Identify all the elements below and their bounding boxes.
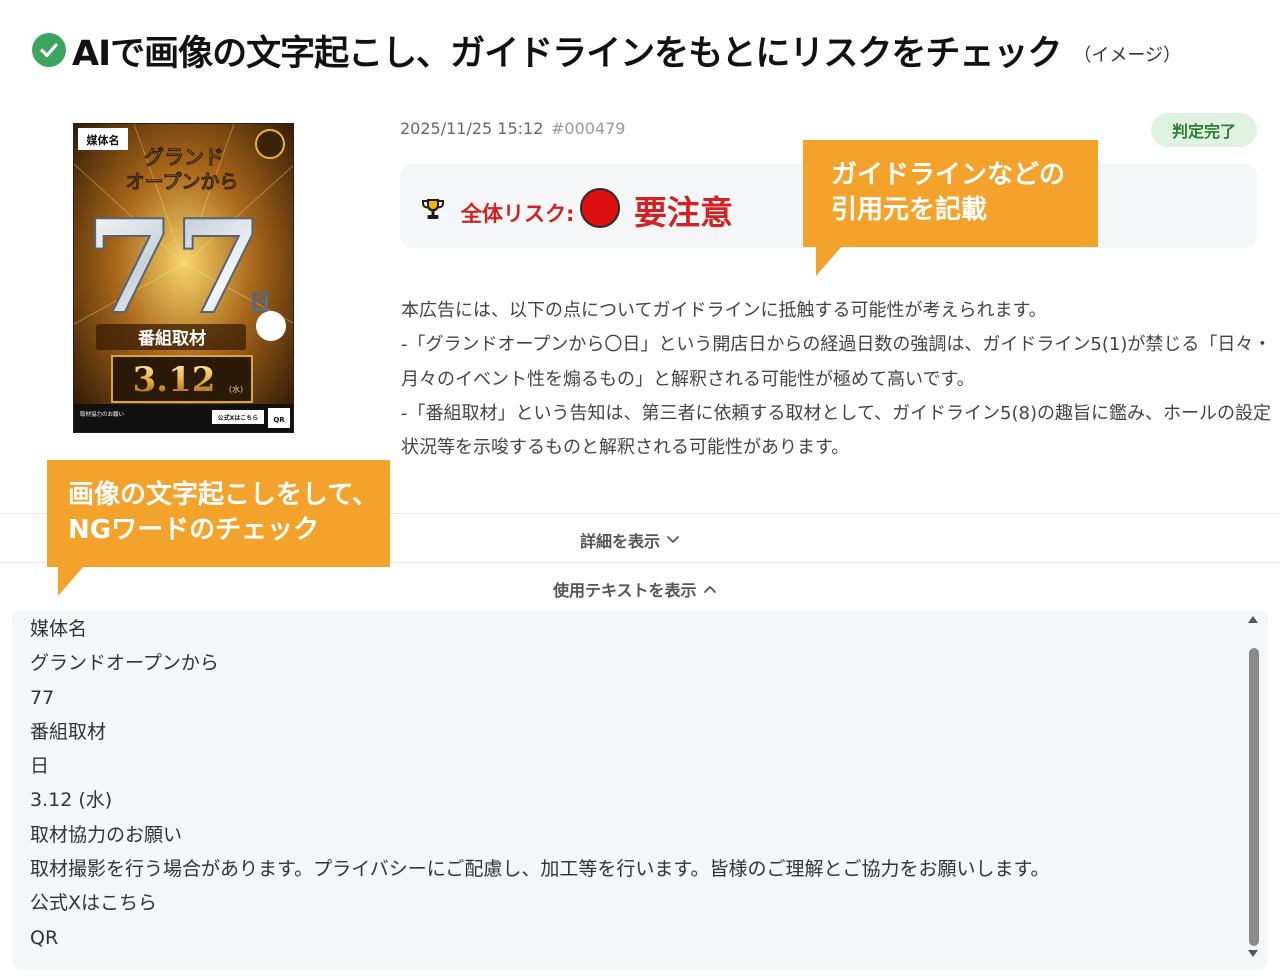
- ocr-text-panel[interactable]: 媒体名 グランドオープンから 77 番組取材 日 3.12 (水) 取材協力のお…: [12, 610, 1268, 970]
- check-mark-icon: [32, 33, 66, 67]
- ad-request: 取材協力のお願い: [80, 410, 125, 418]
- ad-number: 77: [85, 193, 263, 343]
- callout-ocr-line2: NGワードのチェック: [68, 515, 320, 545]
- callout-ocr-tail: [58, 566, 84, 596]
- ocr-line: QR: [30, 926, 59, 949]
- ad-image: 媒体名 グランド オープンから 77 日 番組取材 3.12 (水) 取材協力の…: [73, 123, 294, 433]
- ad-date: 3.12: [133, 360, 216, 400]
- ad-x-link: 公式Xはこちら: [218, 414, 259, 422]
- ocr-line: 媒体名: [30, 618, 88, 640]
- ocr-line: 番組取材: [30, 720, 107, 743]
- show-details-label: 詳細を表示: [580, 532, 661, 551]
- chevron-up-icon: [703, 586, 716, 593]
- ocr-line: 取材撮影を行う場合があります。プライバシーにご配慮し、加工等を行います。皆様のご…: [30, 858, 1050, 881]
- scrollbar-thumb[interactable]: [1249, 648, 1259, 946]
- callout-guideline-line1: ガイドラインなどの: [831, 160, 1066, 190]
- explanation-line: 月々のイベント性を煽るもの」と解釈される可能性が極めて高いです。: [401, 368, 975, 390]
- ocr-line: 日: [30, 755, 50, 778]
- callout-guideline: ガイドラインなどの 引用元を記載: [803, 140, 1098, 247]
- scrollbar-up-arrow[interactable]: [1248, 616, 1258, 623]
- callout-ocr: 画像の文字起こしをして、 NGワードのチェック: [47, 460, 390, 567]
- ad-headline-2: オープンから: [126, 170, 239, 193]
- ad-headline: グランド: [144, 145, 224, 169]
- page-title-text: AIで画像の文字起こし、ガイドラインをもとにリスクをチェック: [72, 33, 1062, 74]
- explanation-line: -「グランドオープンから〇日」という開店日からの経過日数の強調は、ガイドライン5…: [401, 334, 1272, 356]
- ad-program: 番組取材: [137, 328, 206, 349]
- risk-value: 要注意: [634, 193, 733, 232]
- page-subtitle: （イメージ）: [1073, 45, 1182, 66]
- show-details-toggle[interactable]: 詳細を表示: [580, 528, 680, 552]
- explanation-line: -「番組取材」という告知は、第三者に依頼する取材として、ガイドライン5(8)の趣…: [401, 402, 1271, 424]
- card-date: 2025/11/25 15:12: [400, 119, 544, 138]
- ad-badge: [255, 129, 285, 159]
- callout-guideline-line2: 引用元を記載: [831, 195, 988, 225]
- ocr-line: 取材協力のお願い: [30, 823, 183, 846]
- ad-weekday: (水): [229, 384, 243, 394]
- status-badge: 判定完了: [1151, 113, 1257, 147]
- callout-guideline-tail: [816, 246, 842, 276]
- chevron-down-icon: [667, 536, 679, 543]
- ad-white-dot: [256, 311, 286, 341]
- explanation-line: 状況等を示唆するものと解釈される可能性があります。: [401, 437, 850, 459]
- scrollbar-down-arrow[interactable]: [1248, 950, 1258, 957]
- show-used-text-label: 使用テキストを表示: [553, 581, 697, 600]
- card-id: #000479: [551, 119, 626, 138]
- risk-explanation: 本広告には、以下の点についてガイドラインに抵触する可能性が考えられます。 -「グ…: [401, 294, 1271, 465]
- page-title: AIで画像の文字起こし、ガイドラインをもとにリスクをチェック （イメージ）: [32, 26, 1181, 74]
- trophy-icon: [420, 196, 446, 222]
- ocr-line: 公式Xはこちら: [30, 892, 158, 915]
- ocr-line: グランドオープンから: [30, 652, 219, 675]
- ad-media-label: 媒体名: [86, 133, 120, 147]
- ocr-text-list: 媒体名 グランドオープンから 77 番組取材 日 3.12 (水) 取材協力のお…: [30, 612, 1050, 955]
- ocr-line: 77: [30, 686, 55, 709]
- risk-label: 全体リスク:: [461, 202, 575, 226]
- show-used-text-toggle[interactable]: 使用テキストを表示: [553, 577, 717, 601]
- risk-level-indicator: [580, 188, 620, 228]
- ocr-line: 3.12 (水): [30, 789, 113, 812]
- ad-qr: QR: [273, 416, 285, 424]
- callout-ocr-line1: 画像の文字起こしをして、: [68, 480, 378, 510]
- explanation-line: 本広告には、以下の点についてガイドラインに抵触する可能性が考えられます。: [401, 300, 1047, 321]
